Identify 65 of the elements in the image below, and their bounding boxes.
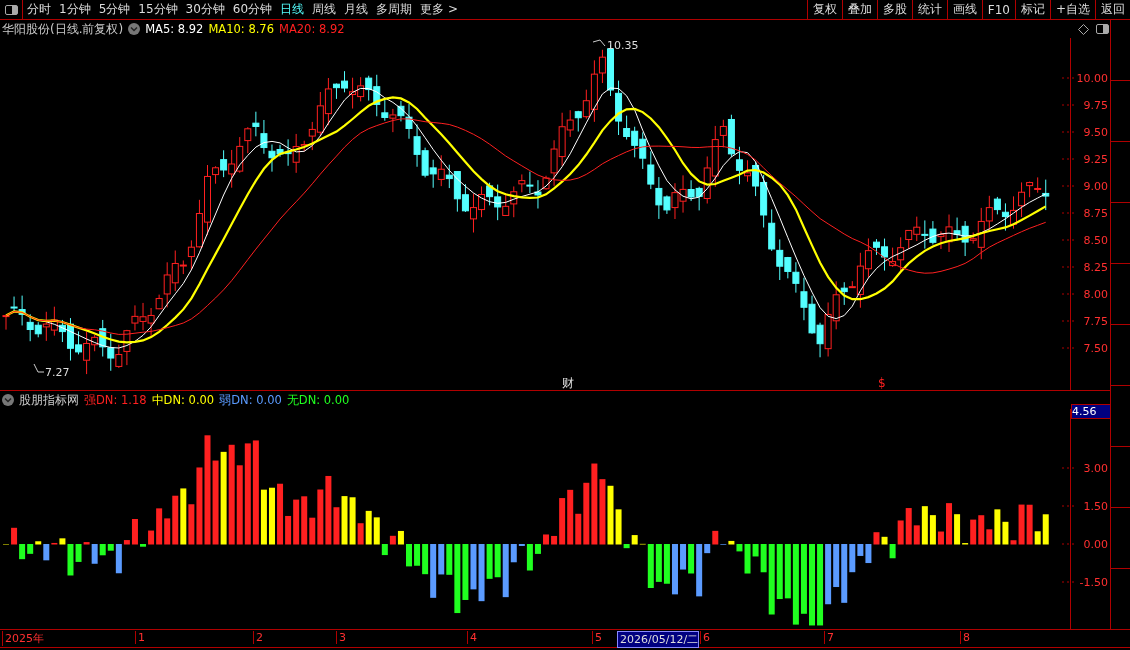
indicator-value: 弱DN: 0.00	[219, 392, 282, 408]
leader-line	[592, 39, 606, 47]
stock-title: 华阳股份(日线.前复权)	[2, 20, 124, 38]
toolbar-button[interactable]: 统计	[911, 0, 947, 19]
price-axis-label: 8.00	[1083, 288, 1108, 301]
indicator-axis-label: 0.00	[1083, 538, 1108, 551]
date-axis-label: 3	[336, 631, 346, 644]
price-axis-label: 8.50	[1083, 234, 1108, 247]
indicator-value: 中DN: 0.00	[151, 392, 215, 408]
price-axis-label: 10.00	[1076, 72, 1108, 85]
layout-toggle-icon[interactable]	[1094, 24, 1110, 34]
price-axis-label: 7.75	[1083, 315, 1108, 328]
date-axis-label: 7	[824, 631, 834, 644]
period-tab[interactable]: 1分钟	[55, 0, 95, 19]
period-tab[interactable]: 5分钟	[94, 0, 135, 19]
indicator-value: 无DN: 0.00	[286, 392, 350, 408]
period-tab[interactable]: 分时	[23, 0, 55, 19]
date-axis-label: 4	[467, 631, 477, 644]
toolbar-button[interactable]: 返回	[1095, 0, 1130, 19]
date-axis-label: 6	[700, 631, 710, 644]
event-marker[interactable]: $	[878, 376, 886, 390]
date-axis-label: 2	[253, 631, 263, 644]
low-price-label: 7.27	[45, 366, 70, 379]
period-tab[interactable]: 周线	[308, 0, 341, 19]
period-tab[interactable]: 15分钟	[134, 0, 182, 19]
period-tab[interactable]: 日线	[276, 0, 309, 19]
toolbar-button[interactable]: 标记	[1014, 0, 1050, 19]
period-tab[interactable]: 月线	[340, 0, 373, 19]
ma-value: MA5: 8.92	[145, 22, 204, 36]
toolbar-button[interactable]: 画线	[946, 0, 982, 19]
price-axis-label: 9.75	[1083, 99, 1108, 112]
price-axis-label: 9.25	[1083, 153, 1108, 166]
diamond-icon[interactable]	[1078, 23, 1089, 35]
leader-line	[33, 363, 45, 373]
current-value-label: 4.56	[1071, 404, 1111, 419]
toolbar-button[interactable]: F10	[981, 0, 1015, 19]
price-axis-label: 8.25	[1083, 261, 1108, 274]
date-axis-label: 8	[960, 631, 970, 644]
price-axis-label: 9.00	[1083, 180, 1108, 193]
ma-value: MA10: 8.76	[208, 22, 274, 36]
date-axis-label: 2025年	[2, 631, 44, 646]
date-axis-label: 1	[135, 631, 145, 644]
period-tab[interactable]: 60分钟	[228, 0, 277, 19]
toolbar-button[interactable]: 多股	[876, 0, 912, 19]
period-tab[interactable]: 更多 >	[416, 0, 462, 19]
indicator-title: 股朋指标网	[19, 391, 79, 409]
date-axis-label: 2026/05/12/二	[617, 631, 700, 648]
period-tab[interactable]: 多周期	[372, 0, 417, 19]
dropdown-icon[interactable]	[128, 23, 141, 35]
event-marker[interactable]: 财	[562, 376, 574, 390]
period-tab[interactable]: 30分钟	[181, 0, 229, 19]
toolbar-button[interactable]: 复权	[806, 0, 842, 19]
date-axis-label: 5	[592, 631, 602, 644]
high-price-label: 10.35	[607, 39, 639, 52]
indicator-axis-label: 3.00	[1083, 462, 1108, 475]
dropdown-icon[interactable]	[2, 394, 14, 406]
toolbar-button[interactable]: +自选	[1049, 0, 1095, 19]
indicator-value: 强DN: 1.18	[84, 392, 147, 408]
toolbar-button[interactable]: 叠加	[841, 0, 877, 19]
price-axis-label: 7.50	[1083, 342, 1108, 355]
indicator-axis-label: 1.50	[1083, 500, 1108, 513]
indicator-axis-label: -1.50	[1079, 576, 1108, 589]
price-axis-label: 8.75	[1083, 207, 1108, 220]
price-axis-label: 9.50	[1083, 126, 1108, 139]
ma-value: MA20: 8.92	[279, 22, 345, 36]
